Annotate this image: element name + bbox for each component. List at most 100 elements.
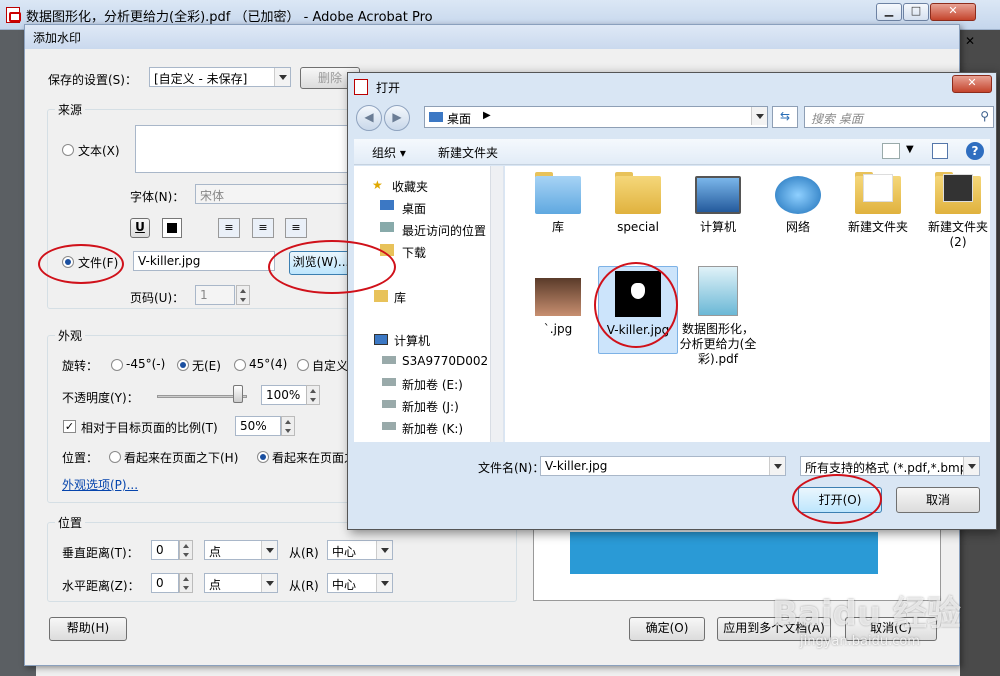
drive-icon bbox=[382, 378, 396, 386]
close-button[interactable]: ✕ bbox=[930, 3, 976, 21]
vertical-spinner[interactable] bbox=[179, 540, 193, 560]
help-icon[interactable]: ? bbox=[966, 142, 984, 160]
vertical-from-label: 从(R) bbox=[289, 546, 319, 560]
scale-checkbox[interactable]: ✓ bbox=[63, 420, 76, 433]
recent-icon bbox=[380, 222, 394, 232]
drive-icon bbox=[382, 400, 396, 408]
scale-input[interactable]: 50% bbox=[235, 416, 281, 436]
network-globe-icon bbox=[775, 172, 821, 214]
align-left-icon[interactable]: ≡ bbox=[218, 218, 240, 238]
align-right-icon[interactable]: ≡ bbox=[285, 218, 307, 238]
search-input[interactable]: 搜索 桌面 ⚲ bbox=[804, 106, 994, 128]
color-button[interactable] bbox=[162, 218, 182, 238]
organize-menu[interactable]: 组织 ▾ bbox=[372, 144, 406, 161]
opacity-spinner[interactable] bbox=[306, 385, 320, 405]
search-placeholder: 搜索 桌面 bbox=[811, 112, 863, 126]
nav-item-computer[interactable]: 计算机 bbox=[394, 332, 430, 349]
watermark-dialog-title: 添加水印 bbox=[33, 31, 82, 45]
text-input-area[interactable] bbox=[135, 125, 375, 173]
refresh-icon[interactable]: ⇆ bbox=[772, 106, 798, 128]
nav-item-desktop[interactable]: 桌面 bbox=[402, 200, 426, 217]
file-item[interactable]: 库 bbox=[518, 172, 598, 235]
horizontal-unit-value: 点 bbox=[209, 578, 222, 592]
rotation-label: 旋转： bbox=[62, 359, 99, 373]
horizontal-from-select[interactable]: 中心 bbox=[327, 573, 393, 593]
nav-item-drive-j[interactable]: 新加卷 (J:) bbox=[402, 398, 459, 415]
minimize-button[interactable]: ▁ bbox=[876, 3, 902, 21]
preview-image bbox=[570, 532, 878, 574]
vertical-from-select[interactable]: 中心 bbox=[327, 540, 393, 560]
chevron-down-icon bbox=[376, 541, 392, 559]
filetype-select[interactable]: 所有支持的格式 (*.pdf,*.bmp,* bbox=[800, 456, 980, 476]
file-label: 新建文件夹 bbox=[847, 220, 908, 234]
opacity-slider-handle[interactable] bbox=[233, 385, 243, 403]
text-radio[interactable] bbox=[62, 144, 74, 156]
horizontal-from-label: 从(R) bbox=[289, 579, 319, 593]
vertical-label: 垂直距离(T)： bbox=[62, 546, 139, 560]
baidu-watermark: Baidu 经验 bbox=[772, 594, 961, 634]
nav-item-drive-c[interactable]: S3A9770D002 ( bbox=[402, 354, 497, 368]
address-bar[interactable]: 桌面 ▶ bbox=[424, 106, 768, 128]
file-item[interactable]: special bbox=[598, 172, 678, 235]
horizontal-spinner[interactable] bbox=[179, 573, 193, 593]
vertical-unit-select[interactable]: 点 bbox=[204, 540, 278, 560]
view-options-icon[interactable] bbox=[882, 143, 900, 159]
vertical-value: 0 bbox=[156, 543, 164, 557]
pos-above-radio[interactable] bbox=[257, 451, 269, 463]
chevron-down-icon bbox=[376, 574, 392, 592]
back-arrow-icon[interactable]: ◀ bbox=[356, 105, 382, 131]
font-label: 字体(N)： bbox=[130, 190, 185, 204]
annotation-ellipse bbox=[38, 244, 124, 284]
open-dialog-title: 打开 bbox=[376, 81, 401, 95]
file-item[interactable]: 计算机 bbox=[678, 172, 758, 235]
rotation-none-radio[interactable] bbox=[177, 359, 189, 371]
nav-item-drive-e[interactable]: 新加卷 (E:) bbox=[402, 376, 463, 393]
pos-below-radio[interactable] bbox=[109, 451, 121, 463]
nav-item-recent[interactable]: 最近访问的位置 bbox=[402, 222, 486, 239]
forward-arrow-icon[interactable]: ▶ bbox=[384, 105, 410, 131]
horizontal-input[interactable]: 0 bbox=[151, 573, 179, 593]
nav-item-library[interactable]: 库 bbox=[394, 289, 406, 306]
rotation-45-radio[interactable] bbox=[234, 359, 246, 371]
page-input[interactable]: 1 bbox=[195, 285, 235, 305]
close-doc-icon[interactable]: ✕ bbox=[965, 34, 977, 48]
file-item[interactable]: 新建文件夹 bbox=[838, 172, 918, 235]
rotation-m45-radio[interactable] bbox=[111, 359, 123, 371]
file-item[interactable]: `.jpg bbox=[518, 278, 598, 337]
rotation-custom-radio[interactable] bbox=[297, 359, 309, 371]
horizontal-unit-select[interactable]: 点 bbox=[204, 573, 278, 593]
nav-item-drive-k[interactable]: 新加卷 (K:) bbox=[402, 420, 463, 437]
filename-input[interactable]: V-killer.jpg bbox=[540, 456, 786, 476]
nav-scrollbar[interactable] bbox=[490, 166, 503, 442]
chevron-down-icon bbox=[963, 457, 979, 475]
search-icon: ⚲ bbox=[980, 109, 989, 123]
nav-item-favorites[interactable]: 收藏夹 bbox=[392, 178, 428, 195]
scale-spinner[interactable] bbox=[281, 416, 295, 436]
saved-settings-select[interactable]: [自定义 - 未保存] bbox=[149, 67, 291, 87]
preview-pane-icon[interactable] bbox=[932, 143, 948, 159]
pos-above-label: 看起来在页面之上 bbox=[272, 451, 348, 465]
horizontal-label: 水平距离(Z)： bbox=[62, 579, 140, 593]
scale-value: 50% bbox=[240, 419, 267, 433]
scale-label: 相对于目标页面的比例(T) bbox=[81, 421, 218, 435]
align-center-icon[interactable]: ≡ bbox=[252, 218, 274, 238]
chevron-down-icon[interactable]: ▼ bbox=[906, 144, 914, 155]
file-path-input[interactable]: V-killer.jpg bbox=[133, 251, 275, 271]
file-item[interactable]: 网络 bbox=[758, 172, 838, 235]
ok-button[interactable]: 确定(O) bbox=[629, 617, 705, 641]
file-item[interactable]: 数据图形化，分析更给力(全彩).pdf bbox=[678, 266, 758, 367]
file-item[interactable]: 新建文件夹 (2) bbox=[918, 172, 998, 250]
vertical-input[interactable]: 0 bbox=[151, 540, 179, 560]
new-folder-button[interactable]: 新建文件夹 bbox=[438, 144, 498, 161]
open-dialog-cancel-button[interactable]: 取消 bbox=[896, 487, 980, 513]
help-button[interactable]: 帮助(H) bbox=[49, 617, 127, 641]
underline-button[interactable]: U bbox=[130, 218, 150, 238]
file-path-value: V-killer.jpg bbox=[138, 254, 201, 268]
open-dialog-close-button[interactable]: ✕ bbox=[952, 75, 992, 93]
nav-item-downloads[interactable]: 下载 bbox=[402, 244, 426, 261]
appearance-options-link[interactable]: 外观选项(P)... bbox=[62, 476, 138, 493]
page-spinner[interactable] bbox=[236, 285, 250, 305]
pdf-app-icon bbox=[354, 79, 368, 95]
maximize-button[interactable]: □ bbox=[903, 3, 929, 21]
pos-below-label: 看起来在页面之下(H) bbox=[124, 451, 239, 465]
